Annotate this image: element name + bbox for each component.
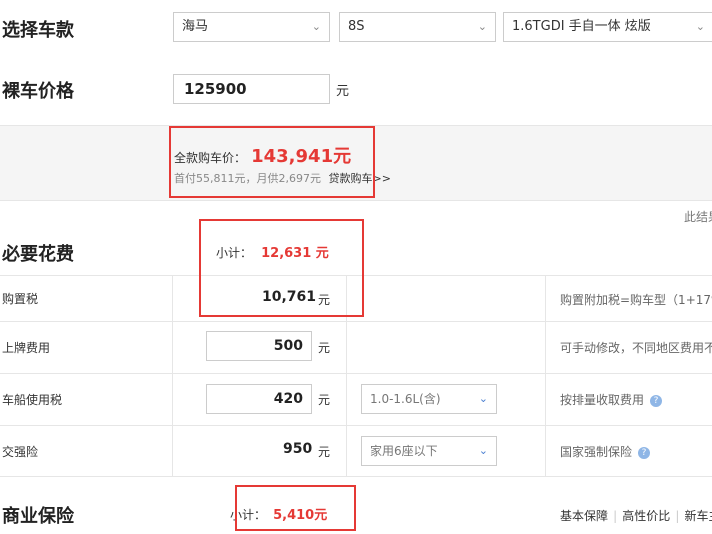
model-select-value: 8S — [348, 19, 365, 34]
chevron-down-icon: ⌄ — [478, 392, 488, 405]
divider — [0, 425, 712, 426]
vehicle-tax-unit: 元 — [318, 393, 331, 407]
compulsory-insurance-value: 950 — [283, 441, 313, 457]
separator: | — [613, 509, 618, 523]
help-icon[interactable]: ? — [650, 394, 663, 407]
highlight-box-commercial — [235, 485, 356, 531]
brand-select-value: 海马 — [182, 19, 209, 34]
divider — [545, 275, 546, 476]
separator: | — [675, 509, 680, 523]
displacement-select-value: 1.0-1.6L(含) — [370, 392, 441, 406]
highlight-box-full-price — [169, 126, 375, 198]
help-icon[interactable]: ? — [638, 446, 651, 459]
commercial-insurance-title: 商业保险 — [2, 506, 74, 527]
displacement-select[interactable]: 1.0-1.6L(含) ⌄ — [361, 384, 497, 414]
vehicle-tax-note-text: 按排量收取费用 — [560, 393, 645, 407]
brand-select[interactable]: 海马 ⌄ — [173, 12, 330, 42]
result-note-cut: 此结果 — [684, 210, 712, 224]
vehicle-tax-note: 按排量收取费用? — [560, 391, 663, 408]
highlight-box-required — [199, 219, 364, 317]
divider — [0, 373, 712, 374]
divider — [0, 476, 712, 477]
seat-select[interactable]: 家用6座以下 ⌄ — [361, 436, 497, 466]
purchase-tax-note: 购置附加税=购车型（1+17% — [560, 293, 712, 307]
seat-select-value: 家用6座以下 — [370, 444, 438, 458]
divider — [172, 275, 173, 476]
plan-value-link[interactable]: 高性价比 — [622, 509, 670, 523]
variant-select[interactable]: 1.6TGDI 手自一体 炫版 ⌄ — [503, 12, 712, 42]
bare-price-unit: 元 — [336, 84, 350, 99]
purchase-tax-label: 购置税 — [2, 292, 39, 306]
bare-price-input[interactable]: 125900 — [173, 74, 330, 104]
chevron-down-icon: ⌄ — [477, 20, 487, 33]
license-fee-input[interactable]: 500 — [206, 331, 312, 361]
bare-price-title: 裸车价格 — [2, 81, 74, 102]
compulsory-insurance-unit: 元 — [318, 445, 331, 459]
plan-basic-link[interactable]: 基本保障 — [560, 509, 608, 523]
insurance-plan-links: 基本保障 | 高性价比 | 新车主 — [560, 505, 712, 524]
vehicle-tax-label: 车船使用税 — [2, 393, 63, 407]
plan-new-owner-link[interactable]: 新车主 — [685, 509, 712, 523]
divider — [0, 321, 712, 322]
vehicle-tax-input[interactable]: 420 — [206, 384, 312, 414]
variant-select-value: 1.6TGDI 手自一体 炫版 — [512, 19, 651, 34]
license-fee-label: 上牌费用 — [2, 341, 51, 355]
select-car-title: 选择车款 — [2, 20, 74, 41]
compulsory-insurance-label: 交强险 — [2, 445, 39, 459]
compulsory-insurance-note-text: 国家强制保险 — [560, 445, 633, 459]
license-fee-note: 可手动修改，不同地区费用不 — [560, 341, 712, 355]
model-select[interactable]: 8S ⌄ — [339, 12, 496, 42]
compulsory-insurance-note: 国家强制保险? — [560, 443, 651, 460]
required-costs-title: 必要花费 — [2, 244, 74, 265]
license-fee-unit: 元 — [318, 341, 331, 355]
chevron-down-icon: ⌄ — [695, 20, 705, 33]
chevron-down-icon: ⌄ — [311, 20, 321, 33]
chevron-down-icon: ⌄ — [478, 444, 488, 457]
